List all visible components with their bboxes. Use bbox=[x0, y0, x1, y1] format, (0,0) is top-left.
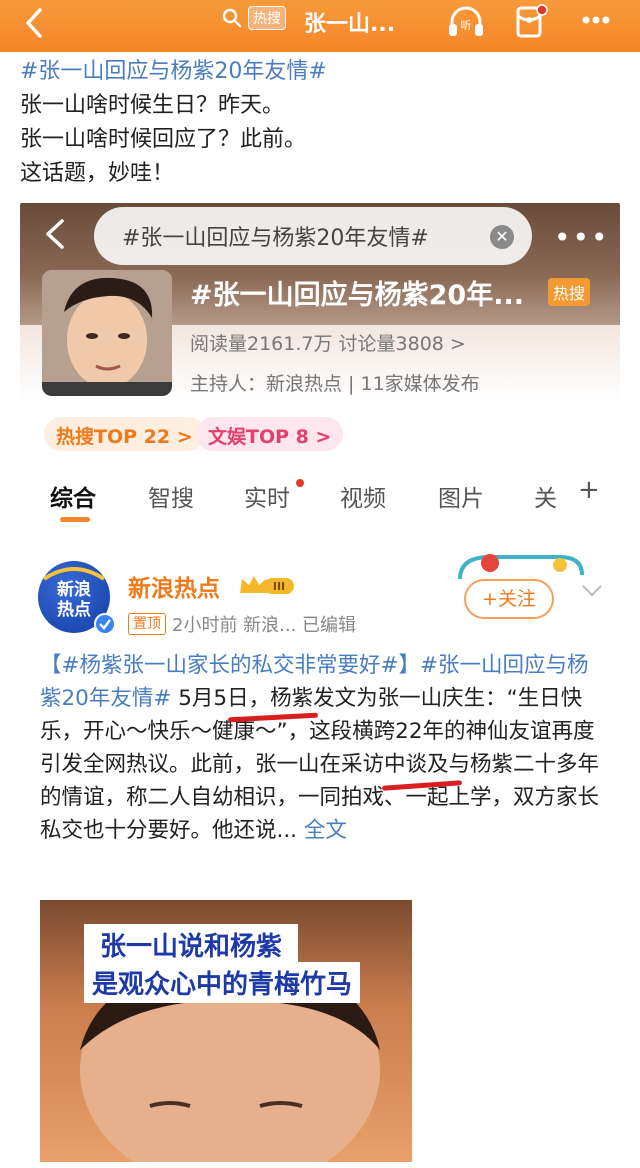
member-level: III bbox=[273, 580, 285, 593]
tab-video[interactable]: 视频 bbox=[340, 479, 386, 513]
video-caption-2: 是观众心中的青梅竹马 bbox=[84, 962, 361, 1003]
embedded-topic-screenshot: #张一山回应与杨紫20年友情# ✕ ••• #张一山回应与杨紫20年... 热搜… bbox=[20, 203, 620, 543]
topbar-title[interactable]: 张一山... bbox=[304, 6, 395, 38]
post-line-2: 张一山啥时候回应了？此前。 bbox=[20, 127, 307, 152]
more-dots-icon[interactable] bbox=[576, 4, 616, 40]
weibo-post-card: 新浪 热点 新浪热点 III 置顶 2小时前 新浪... 已编辑 +关注 【#杨… bbox=[20, 543, 620, 1163]
topic-avatar bbox=[42, 270, 172, 396]
hashtag-link-1[interactable]: 【#杨紫张一山家长的私交非常要好#】 bbox=[40, 653, 420, 678]
search-pill[interactable]: 热搜 bbox=[222, 6, 286, 30]
tab-more[interactable]: 关 bbox=[534, 479, 557, 513]
topic-tabs: 综合 智搜 实时 视频 图片 关 + bbox=[20, 473, 620, 523]
video-thumbnail[interactable]: 张一山说和杨紫 是观众心中的青梅竹马 bbox=[40, 900, 412, 1162]
headphones-icon[interactable]: 听 bbox=[446, 4, 486, 40]
red-envelope-icon[interactable] bbox=[510, 4, 550, 40]
member-crown-icon: III bbox=[240, 576, 294, 594]
top-bar: 热搜 张一山... 听 bbox=[0, 0, 640, 52]
topic-stats-text: 阅读量2161.7万 讨论量3808 bbox=[190, 333, 444, 355]
post-line-1: 张一山啥时候生日？昨天。 bbox=[20, 93, 285, 118]
embed-back-icon[interactable] bbox=[42, 217, 68, 251]
post-header: #张一山回应与杨紫20年友情# 张一山啥时候生日？昨天。 张一山啥时候回应了？此… bbox=[20, 56, 620, 190]
topic-stats[interactable]: 阅读量2161.7万 讨论量3808 > bbox=[190, 329, 466, 356]
active-tab-indicator bbox=[60, 517, 90, 522]
post-meta-text: 2小时前 新浪... 已编辑 bbox=[172, 615, 357, 636]
follow-button[interactable]: +关注 bbox=[464, 579, 554, 619]
svg-text:听: 听 bbox=[461, 19, 472, 32]
search-icon bbox=[222, 8, 242, 28]
post-body: 【#杨紫张一山家长的私交非常要好#】#张一山回应与杨紫20年友情# 5月5日，杨… bbox=[40, 649, 606, 847]
post-hashtag[interactable]: #张一山回应与杨紫20年友情# bbox=[20, 56, 620, 88]
account-name[interactable]: 新浪热点 bbox=[128, 569, 220, 603]
tab-realtime[interactable]: 实时 bbox=[244, 479, 290, 513]
tab-comprehensive[interactable]: 综合 bbox=[50, 479, 96, 513]
hot-search-rank-badge[interactable]: 热搜TOP 22 > bbox=[44, 417, 205, 451]
post-meta: 置顶 2小时前 新浪... 已编辑 bbox=[128, 611, 356, 637]
pinned-tag: 置顶 bbox=[128, 613, 166, 635]
entertainment-rank-badge[interactable]: 文娱TOP 8 > bbox=[196, 417, 344, 451]
realtime-red-dot bbox=[296, 479, 304, 487]
tab-smart-search[interactable]: 智搜 bbox=[148, 479, 194, 513]
full-text-link[interactable]: 全文 bbox=[304, 818, 347, 843]
svg-text:热点: 热点 bbox=[57, 599, 91, 620]
video-caption-1: 张一山说和杨紫 bbox=[84, 924, 299, 965]
embed-more-icon[interactable]: ••• bbox=[554, 221, 610, 254]
verified-icon bbox=[94, 613, 116, 635]
chevron-down-icon[interactable] bbox=[580, 583, 604, 599]
topic-title[interactable]: #张一山回应与杨紫20年... bbox=[190, 273, 524, 312]
add-tab-icon[interactable]: + bbox=[578, 475, 600, 505]
embed-search-text: #张一山回应与杨紫20年友情# bbox=[122, 226, 429, 251]
embed-search-field[interactable]: #张一山回应与杨紫20年友情# ✕ bbox=[94, 207, 532, 265]
post-line-3: 这话题，妙哇！ bbox=[20, 161, 175, 186]
back-arrow-icon[interactable] bbox=[18, 6, 52, 40]
topic-hot-tag: 热搜 bbox=[548, 278, 591, 306]
chevron-right-icon: > bbox=[449, 333, 466, 355]
tab-images[interactable]: 图片 bbox=[438, 479, 484, 513]
clear-icon[interactable]: ✕ bbox=[490, 225, 514, 249]
topic-host: 主持人：新浪热点 | 11家媒体发布 bbox=[190, 373, 480, 395]
svg-text:新浪: 新浪 bbox=[57, 579, 91, 600]
hot-search-tag: 热搜 bbox=[248, 6, 286, 30]
